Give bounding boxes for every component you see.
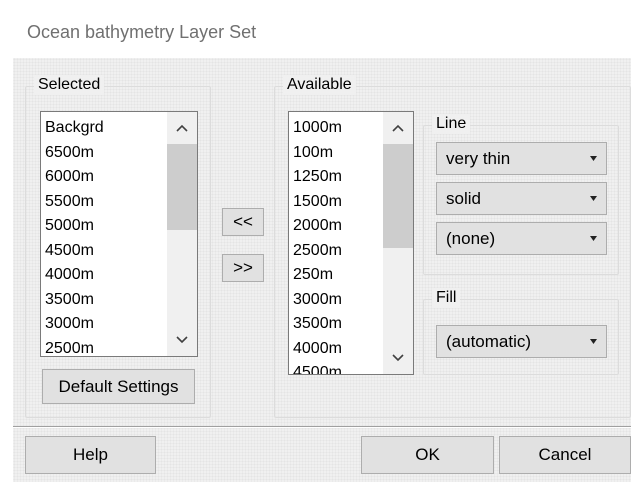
- add-layer-button[interactable]: >>: [222, 254, 264, 282]
- help-button[interactable]: Help: [25, 436, 156, 474]
- fill-group: Fill (automatic): [423, 288, 619, 375]
- list-item[interactable]: 4000m: [45, 263, 104, 288]
- selected-list-items: Backgrd 6500m 6000m 5500m 5000m 4500m 40…: [45, 116, 104, 357]
- list-item[interactable]: 3000m: [293, 288, 342, 313]
- chevron-down-icon[interactable]: [167, 326, 197, 354]
- fill-dropdown[interactable]: (automatic): [436, 325, 607, 358]
- fill-group-label: Fill: [432, 288, 461, 308]
- list-item[interactable]: Backgrd: [45, 116, 104, 141]
- available-group: Available 1000m 100m 1250m 1500m 2000m 2…: [274, 75, 631, 418]
- line-style-value: solid: [446, 189, 481, 208]
- list-item[interactable]: 1000m: [293, 116, 342, 141]
- list-item[interactable]: 250m: [293, 263, 342, 288]
- list-item[interactable]: 4500m: [293, 361, 342, 374]
- line-style-dropdown[interactable]: solid: [436, 182, 607, 215]
- line-width-value: very thin: [446, 149, 511, 168]
- layer-set-dialog: Selected Backgrd 6500m 6000m 5500m 5000m…: [13, 58, 631, 482]
- selected-group: Selected Backgrd 6500m 6000m 5500m 5000m…: [25, 75, 211, 418]
- chevron-up-icon[interactable]: [383, 114, 413, 142]
- list-item[interactable]: 3500m: [293, 312, 342, 337]
- list-item[interactable]: 6500m: [45, 141, 104, 166]
- available-group-label: Available: [283, 75, 356, 95]
- default-settings-button[interactable]: Default Settings: [42, 369, 195, 404]
- ok-button[interactable]: OK: [361, 436, 494, 474]
- cancel-button[interactable]: Cancel: [499, 436, 631, 474]
- list-item[interactable]: 3000m: [45, 312, 104, 337]
- chevron-up-icon[interactable]: [167, 114, 197, 142]
- list-item[interactable]: 2500m: [293, 239, 342, 264]
- title-bar: Ocean bathymetry Layer Set: [0, 0, 631, 58]
- list-item[interactable]: 4000m: [293, 337, 342, 362]
- fill-value: (automatic): [446, 332, 532, 351]
- line-group-label: Line: [432, 114, 471, 134]
- chevron-down-icon[interactable]: [383, 344, 413, 372]
- list-item[interactable]: 4500m: [45, 239, 104, 264]
- available-scrollbar[interactable]: [383, 112, 413, 374]
- selected-listbox[interactable]: Backgrd 6500m 6000m 5500m 5000m 4500m 40…: [40, 111, 198, 357]
- list-item[interactable]: 5500m: [45, 190, 104, 215]
- triangle-down-icon: [590, 196, 597, 201]
- line-pattern-value: (none): [446, 229, 496, 248]
- selected-group-label: Selected: [34, 75, 105, 95]
- list-item[interactable]: 5000m: [45, 214, 104, 239]
- triangle-down-icon: [590, 339, 597, 344]
- available-scroll-thumb[interactable]: [383, 144, 413, 248]
- window-title: Ocean bathymetry Layer Set: [27, 22, 257, 42]
- line-pattern-dropdown[interactable]: (none): [436, 222, 607, 255]
- remove-layer-button[interactable]: <<: [222, 208, 264, 236]
- triangle-down-icon: [590, 156, 597, 161]
- selected-scrollbar[interactable]: [167, 112, 197, 356]
- list-item[interactable]: 2500m: [45, 337, 104, 357]
- available-list-items: 1000m 100m 1250m 1500m 2000m 2500m 250m …: [293, 116, 342, 374]
- list-item[interactable]: 100m: [293, 141, 342, 166]
- dialog-separator: [13, 426, 631, 428]
- list-item[interactable]: 1250m: [293, 165, 342, 190]
- line-width-dropdown[interactable]: very thin: [436, 142, 607, 175]
- list-item[interactable]: 3500m: [45, 288, 104, 313]
- available-listbox[interactable]: 1000m 100m 1250m 1500m 2000m 2500m 250m …: [288, 111, 414, 375]
- line-group: Line very thin solid (none): [423, 114, 619, 275]
- list-item[interactable]: 1500m: [293, 190, 342, 215]
- triangle-down-icon: [590, 236, 597, 241]
- list-item[interactable]: 2000m: [293, 214, 342, 239]
- selected-scroll-thumb[interactable]: [167, 144, 197, 230]
- list-item[interactable]: 6000m: [45, 165, 104, 190]
